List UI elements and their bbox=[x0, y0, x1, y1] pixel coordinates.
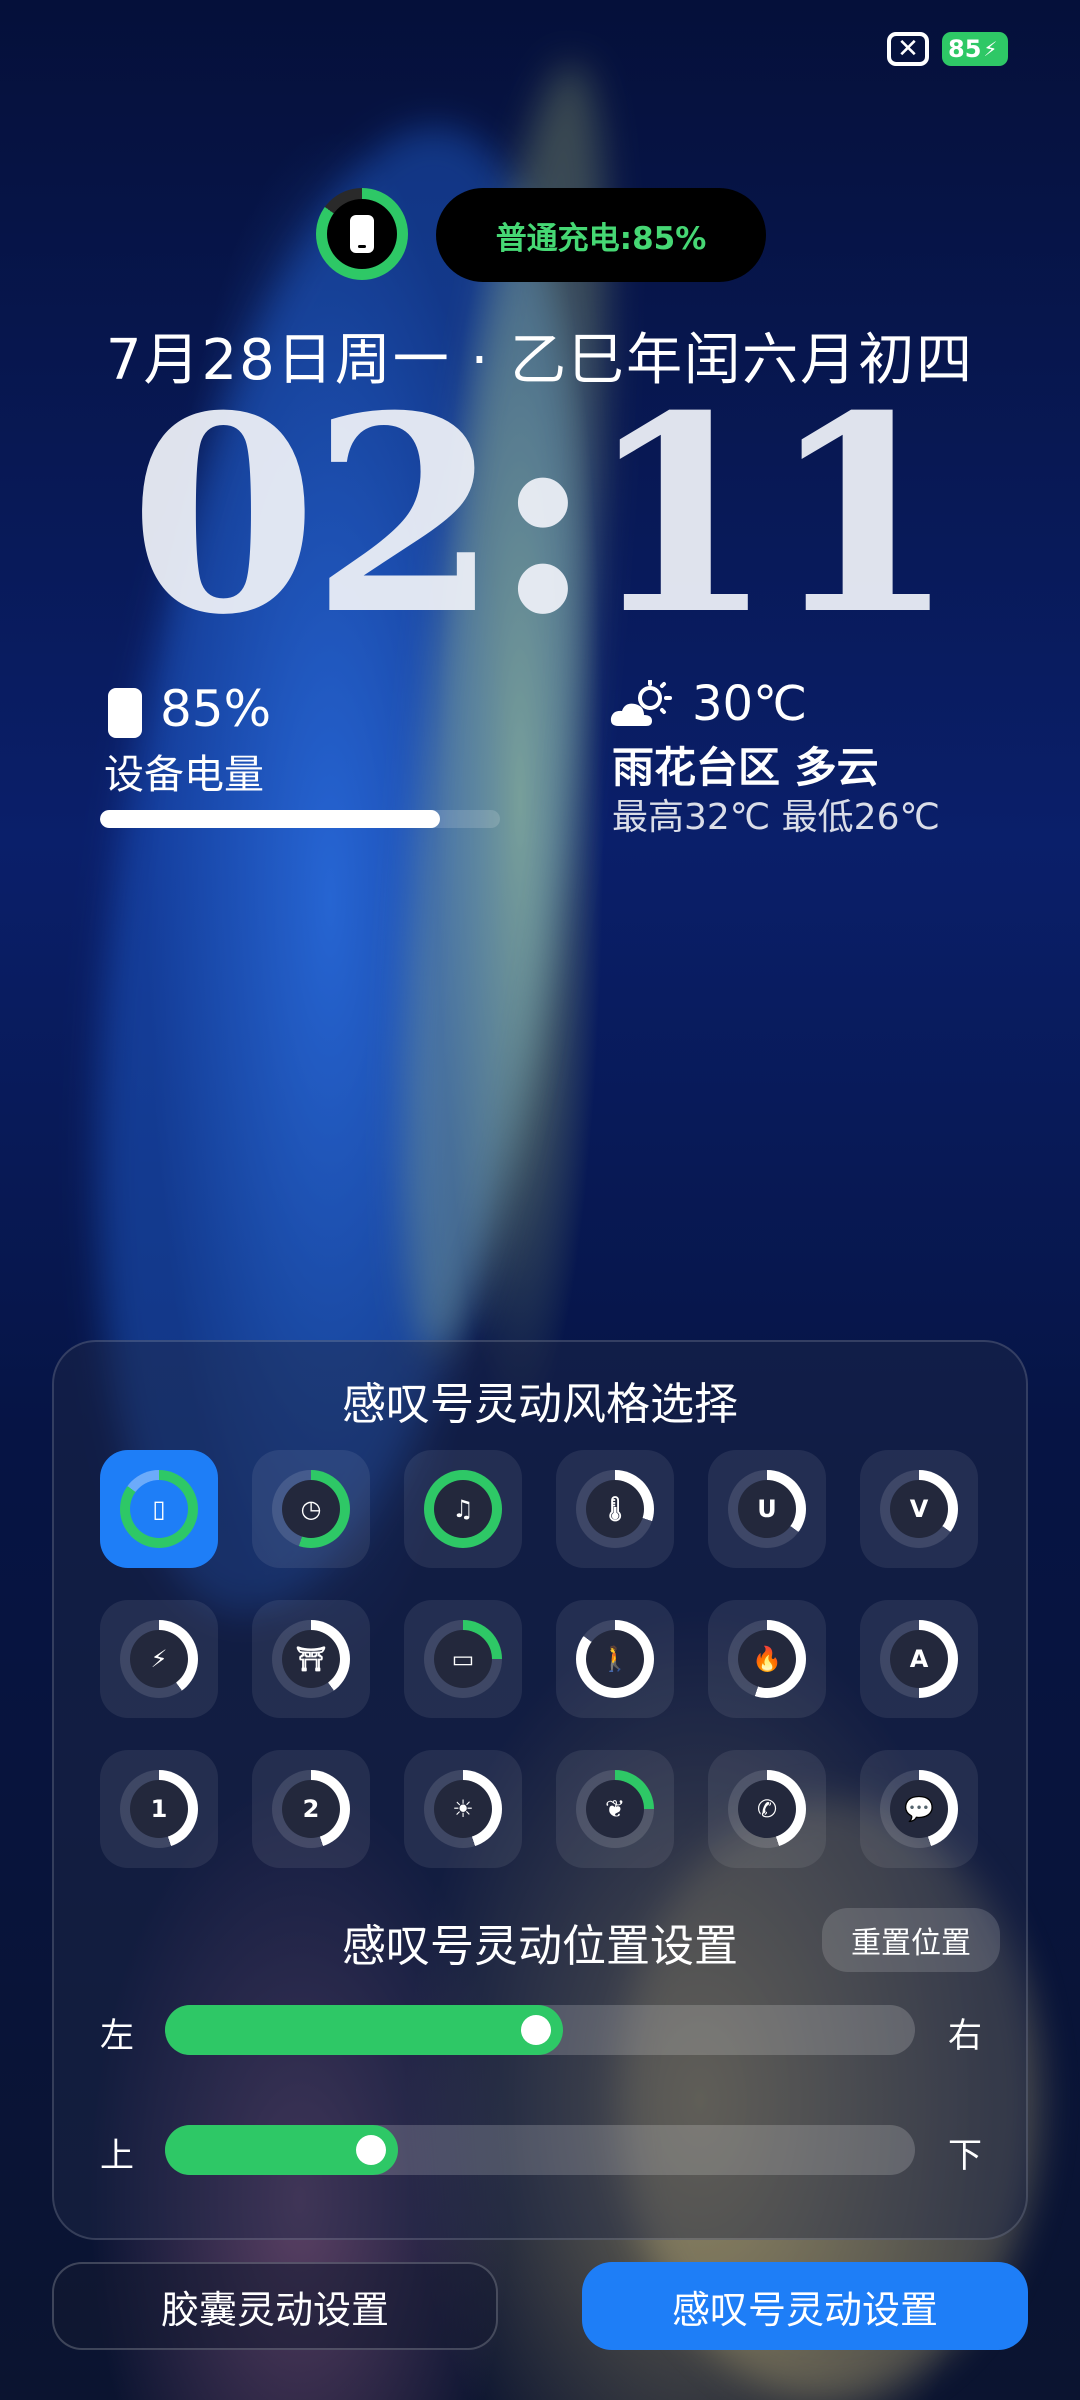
style-level-ring: ☀ bbox=[424, 1770, 502, 1848]
reset-position-button[interactable]: 重置位置 bbox=[822, 1908, 1000, 1972]
charging-status-pill: 普通充电:85% bbox=[436, 188, 766, 282]
style-level-ring: ◷ bbox=[272, 1470, 350, 1548]
leaf-icon: ❦ bbox=[586, 1780, 644, 1838]
style-level-ring: 🌡 bbox=[576, 1470, 654, 1548]
style-panel-title: 感叹号灵动风格选择 bbox=[342, 1379, 738, 1430]
number-2-icon: 2 bbox=[282, 1780, 340, 1838]
style-level-ring: U bbox=[728, 1470, 806, 1548]
style-level-ring: ⚡ bbox=[120, 1620, 198, 1698]
weather-location: 雨花台区 多云 bbox=[612, 743, 879, 792]
style-option-v-letter[interactable]: V bbox=[860, 1450, 978, 1568]
exclaim-island-settings-button[interactable]: 感叹号灵动设置 bbox=[582, 2262, 1028, 2350]
weather-temperature: 30℃ bbox=[692, 676, 807, 732]
style-level-ring: 2 bbox=[272, 1770, 350, 1848]
battery-icon: ▭ bbox=[434, 1630, 492, 1688]
battery-progress-fill bbox=[100, 810, 440, 828]
phone-icon: ▯ bbox=[130, 1480, 188, 1538]
flame-icon: 🔥 bbox=[738, 1630, 796, 1688]
capsule-island-settings-button[interactable]: 胶囊灵动设置 bbox=[52, 2262, 498, 2350]
style-level-ring: 💬 bbox=[880, 1770, 958, 1848]
style-option-thermometer[interactable]: 🌡 bbox=[556, 1450, 674, 1568]
charging-bolt-icon: ⚡ bbox=[983, 37, 998, 61]
style-option-sun[interactable]: ☀ bbox=[404, 1750, 522, 1868]
partly-cloudy-icon bbox=[610, 680, 672, 726]
style-option-phone[interactable]: ▯ bbox=[100, 1450, 218, 1568]
style-option-bolt[interactable]: ⚡ bbox=[100, 1600, 218, 1718]
close-icon[interactable]: ✕ bbox=[887, 32, 929, 66]
phone-icon bbox=[350, 215, 374, 253]
thermometer-icon: 🌡 bbox=[586, 1480, 644, 1538]
v-letter-icon: V bbox=[890, 1480, 948, 1538]
style-option-number-2[interactable]: 2 bbox=[252, 1750, 370, 1868]
horizontal-position-slider[interactable] bbox=[165, 2005, 915, 2055]
style-option-road[interactable]: A bbox=[860, 1600, 978, 1718]
position-panel-title: 感叹号灵动位置设置 bbox=[342, 1921, 738, 1972]
battery-percent: 85% bbox=[160, 680, 272, 738]
walker-icon: 🚶 bbox=[586, 1630, 644, 1688]
bolt-icon: ⚡ bbox=[130, 1630, 188, 1688]
style-level-ring: V bbox=[880, 1470, 958, 1548]
style-option-earbuds[interactable]: ♫ bbox=[404, 1450, 522, 1568]
slider-bottom-label: 下 bbox=[948, 2136, 982, 2176]
lockscreen-clock: 02:11 bbox=[129, 356, 956, 674]
style-level-ring: ❦ bbox=[576, 1770, 654, 1848]
gate-icon: ⛩ bbox=[282, 1630, 340, 1688]
style-level-ring: 1 bbox=[120, 1770, 198, 1848]
status-battery: 85 ⚡ bbox=[942, 32, 1008, 66]
charging-ring-icon bbox=[316, 188, 408, 280]
chat-bubble-icon: 💬 bbox=[890, 1780, 948, 1838]
vertical-slider-knob[interactable] bbox=[355, 2135, 386, 2165]
style-level-ring: 🔥 bbox=[728, 1620, 806, 1698]
style-level-ring: ▯ bbox=[120, 1470, 198, 1548]
style-level-ring: ▭ bbox=[424, 1620, 502, 1698]
earbuds-icon: ♫ bbox=[434, 1480, 492, 1538]
road-icon: A bbox=[890, 1630, 948, 1688]
style-level-ring: A bbox=[880, 1620, 958, 1698]
number-1-icon: 1 bbox=[130, 1780, 188, 1838]
horizontal-slider-knob[interactable] bbox=[520, 2015, 551, 2045]
slider-right-label: 右 bbox=[948, 2016, 982, 2056]
style-option-flame[interactable]: 🔥 bbox=[708, 1600, 826, 1718]
horizontal-slider-fill bbox=[165, 2005, 563, 2055]
style-option-chat-bubble[interactable]: 💬 bbox=[860, 1750, 978, 1868]
weather-high-low: 最高32℃ 最低26℃ bbox=[612, 797, 940, 838]
style-option-leaf[interactable]: ❦ bbox=[556, 1750, 674, 1868]
style-level-ring: ⛩ bbox=[272, 1620, 350, 1698]
phone-call-icon: ✆ bbox=[738, 1780, 796, 1838]
style-option-gate[interactable]: ⛩ bbox=[252, 1600, 370, 1718]
style-option-watch[interactable]: ◷ bbox=[252, 1450, 370, 1568]
style-option-walker[interactable]: 🚶 bbox=[556, 1600, 674, 1718]
style-option-u-letter[interactable]: U bbox=[708, 1450, 826, 1568]
battery-label: 设备电量 bbox=[104, 752, 264, 798]
status-battery-level: 85 bbox=[948, 35, 982, 63]
device-battery-icon bbox=[108, 688, 142, 738]
style-level-ring: 🚶 bbox=[576, 1620, 654, 1698]
style-option-battery[interactable]: ▭ bbox=[404, 1600, 522, 1718]
style-option-phone-call[interactable]: ✆ bbox=[708, 1750, 826, 1868]
style-level-ring: ♫ bbox=[424, 1470, 502, 1548]
style-option-number-1[interactable]: 1 bbox=[100, 1750, 218, 1868]
watch-icon: ◷ bbox=[282, 1480, 340, 1538]
vertical-slider-fill bbox=[165, 2125, 398, 2175]
slider-left-label: 左 bbox=[100, 2016, 134, 2056]
sun-icon: ☀ bbox=[434, 1780, 492, 1838]
battery-progress-bar bbox=[100, 810, 500, 828]
style-level-ring: ✆ bbox=[728, 1770, 806, 1848]
vertical-position-slider[interactable] bbox=[165, 2125, 915, 2175]
u-letter-icon: U bbox=[738, 1480, 796, 1538]
slider-top-label: 上 bbox=[100, 2136, 134, 2176]
